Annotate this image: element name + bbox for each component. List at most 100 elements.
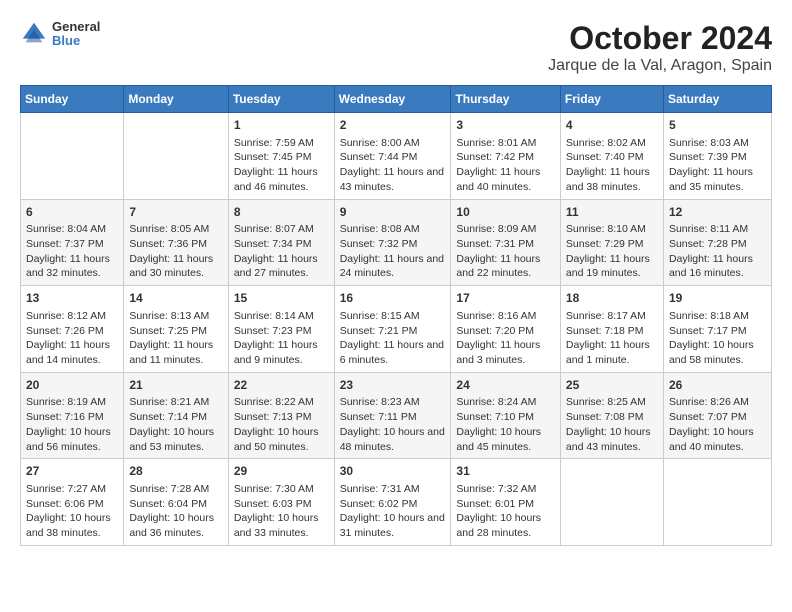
day-info: Sunrise: 8:09 AMSunset: 7:31 PMDaylight:… xyxy=(456,222,555,281)
calendar-cell: 23Sunrise: 8:23 AMSunset: 7:11 PMDayligh… xyxy=(334,372,451,459)
day-number: 2 xyxy=(340,117,446,134)
day-info: Sunrise: 7:30 AMSunset: 6:03 PMDaylight:… xyxy=(234,482,329,541)
calendar-cell: 25Sunrise: 8:25 AMSunset: 7:08 PMDayligh… xyxy=(560,372,663,459)
calendar-cell: 9Sunrise: 8:08 AMSunset: 7:32 PMDaylight… xyxy=(334,199,451,286)
day-info: Sunrise: 8:01 AMSunset: 7:42 PMDaylight:… xyxy=(456,136,555,195)
day-number: 25 xyxy=(566,377,658,394)
day-info: Sunrise: 8:21 AMSunset: 7:14 PMDaylight:… xyxy=(129,395,222,454)
calendar-cell: 7Sunrise: 8:05 AMSunset: 7:36 PMDaylight… xyxy=(124,199,228,286)
logo-blue: Blue xyxy=(52,34,100,48)
day-number: 7 xyxy=(129,204,222,221)
calendar-cell: 18Sunrise: 8:17 AMSunset: 7:18 PMDayligh… xyxy=(560,286,663,373)
day-number: 20 xyxy=(26,377,118,394)
calendar-cell: 30Sunrise: 7:31 AMSunset: 6:02 PMDayligh… xyxy=(334,459,451,546)
day-number: 11 xyxy=(566,204,658,221)
calendar-cell: 5 Sunrise: 8:03 AMSunset: 7:39 PMDaylight… xyxy=(663,113,771,200)
weekday-header-wednesday: Wednesday xyxy=(334,86,451,113)
page-subtitle: Jarque de la Val, Aragon, Spain xyxy=(548,57,772,75)
day-info: Sunrise: 8:02 AMSunset: 7:40 PMDaylight:… xyxy=(566,136,658,195)
calendar-body: 1 Sunrise: 7:59 AMSunset: 7:45 PMDaylight… xyxy=(21,113,772,546)
calendar-cell xyxy=(560,459,663,546)
calendar-cell: 21Sunrise: 8:21 AMSunset: 7:14 PMDayligh… xyxy=(124,372,228,459)
calendar-cell: 19Sunrise: 8:18 AMSunset: 7:17 PMDayligh… xyxy=(663,286,771,373)
day-number: 14 xyxy=(129,290,222,307)
day-number: 21 xyxy=(129,377,222,394)
day-number: 31 xyxy=(456,463,555,480)
calendar-cell: 31 Sunrise: 7:32 AMSunset: 6:01 PMDayligh… xyxy=(451,459,561,546)
day-number: 13 xyxy=(26,290,118,307)
calendar-header: SundayMondayTuesdayWednesdayThursdayFrid… xyxy=(21,86,772,113)
calendar-table: SundayMondayTuesdayWednesdayThursdayFrid… xyxy=(20,85,772,546)
calendar-cell: 17Sunrise: 8:16 AMSunset: 7:20 PMDayligh… xyxy=(451,286,561,373)
day-info: Sunrise: 8:00 AMSunset: 7:44 PMDaylight:… xyxy=(340,136,446,195)
calendar-week-3: 13Sunrise: 8:12 AMSunset: 7:26 PMDayligh… xyxy=(21,286,772,373)
calendar-week-2: 6Sunrise: 8:04 AMSunset: 7:37 PMDaylight… xyxy=(21,199,772,286)
day-number: 16 xyxy=(340,290,446,307)
calendar-cell: 12Sunrise: 8:11 AMSunset: 7:28 PMDayligh… xyxy=(663,199,771,286)
day-number: 23 xyxy=(340,377,446,394)
day-info: Sunrise: 7:59 AMSunset: 7:45 PMDaylight:… xyxy=(234,136,329,195)
weekday-row: SundayMondayTuesdayWednesdayThursdayFrid… xyxy=(21,86,772,113)
calendar-cell: 6Sunrise: 8:04 AMSunset: 7:37 PMDaylight… xyxy=(21,199,124,286)
calendar-cell: 28 Sunrise: 7:28 AMSunset: 6:04 PMDayligh… xyxy=(124,459,228,546)
day-number: 5 xyxy=(669,117,766,134)
day-info: Sunrise: 8:16 AMSunset: 7:20 PMDaylight:… xyxy=(456,309,555,368)
day-number: 28 xyxy=(129,463,222,480)
day-number: 29 xyxy=(234,463,329,480)
calendar-cell: 11Sunrise: 8:10 AMSunset: 7:29 PMDayligh… xyxy=(560,199,663,286)
day-info: Sunrise: 8:24 AMSunset: 7:10 PMDaylight:… xyxy=(456,395,555,454)
day-info: Sunrise: 7:27 AMSunset: 6:06 PMDaylight:… xyxy=(26,482,118,541)
day-info: Sunrise: 8:11 AMSunset: 7:28 PMDaylight:… xyxy=(669,222,766,281)
day-number: 9 xyxy=(340,204,446,221)
calendar-cell: 4 Sunrise: 8:02 AMSunset: 7:40 PMDaylight… xyxy=(560,113,663,200)
calendar-week-4: 20Sunrise: 8:19 AMSunset: 7:16 PMDayligh… xyxy=(21,372,772,459)
day-info: Sunrise: 7:28 AMSunset: 6:04 PMDaylight:… xyxy=(129,482,222,541)
day-number: 6 xyxy=(26,204,118,221)
calendar-cell: 3 Sunrise: 8:01 AMSunset: 7:42 PMDaylight… xyxy=(451,113,561,200)
calendar-cell: 15 Sunrise: 8:14 AMSunset: 7:23 PMDayligh… xyxy=(228,286,334,373)
day-number: 26 xyxy=(669,377,766,394)
title-block: October 2024 Jarque de la Val, Aragon, S… xyxy=(548,20,772,75)
weekday-header-tuesday: Tuesday xyxy=(228,86,334,113)
logo-text: General Blue xyxy=(52,20,100,49)
weekday-header-thursday: Thursday xyxy=(451,86,561,113)
day-info: Sunrise: 7:31 AMSunset: 6:02 PMDaylight:… xyxy=(340,482,446,541)
weekday-header-sunday: Sunday xyxy=(21,86,124,113)
day-info: Sunrise: 8:04 AMSunset: 7:37 PMDaylight:… xyxy=(26,222,118,281)
day-info: Sunrise: 7:32 AMSunset: 6:01 PMDaylight:… xyxy=(456,482,555,541)
weekday-header-saturday: Saturday xyxy=(663,86,771,113)
calendar-cell: 26Sunrise: 8:26 AMSunset: 7:07 PMDayligh… xyxy=(663,372,771,459)
page-title: October 2024 xyxy=(548,20,772,57)
calendar-cell: 2 Sunrise: 8:00 AMSunset: 7:44 PMDaylight… xyxy=(334,113,451,200)
day-info: Sunrise: 8:07 AMSunset: 7:34 PMDaylight:… xyxy=(234,222,329,281)
day-info: Sunrise: 8:15 AMSunset: 7:21 PMDaylight:… xyxy=(340,309,446,368)
weekday-header-friday: Friday xyxy=(560,86,663,113)
calendar-cell: 10Sunrise: 8:09 AMSunset: 7:31 PMDayligh… xyxy=(451,199,561,286)
day-info: Sunrise: 8:25 AMSunset: 7:08 PMDaylight:… xyxy=(566,395,658,454)
weekday-header-monday: Monday xyxy=(124,86,228,113)
day-number: 8 xyxy=(234,204,329,221)
calendar-week-5: 27Sunrise: 7:27 AMSunset: 6:06 PMDayligh… xyxy=(21,459,772,546)
day-number: 1 xyxy=(234,117,329,134)
logo-general: General xyxy=(52,20,100,34)
calendar-cell: 24Sunrise: 8:24 AMSunset: 7:10 PMDayligh… xyxy=(451,372,561,459)
day-info: Sunrise: 8:03 AMSunset: 7:39 PMDaylight:… xyxy=(669,136,766,195)
day-info: Sunrise: 8:08 AMSunset: 7:32 PMDaylight:… xyxy=(340,222,446,281)
day-number: 10 xyxy=(456,204,555,221)
day-info: Sunrise: 8:05 AMSunset: 7:36 PMDaylight:… xyxy=(129,222,222,281)
day-info: Sunrise: 8:14 AMSunset: 7:23 PMDaylight:… xyxy=(234,309,329,368)
day-info: Sunrise: 8:13 AMSunset: 7:25 PMDaylight:… xyxy=(129,309,222,368)
calendar-cell: 14 Sunrise: 8:13 AMSunset: 7:25 PMDayligh… xyxy=(124,286,228,373)
day-number: 4 xyxy=(566,117,658,134)
day-info: Sunrise: 8:23 AMSunset: 7:11 PMDaylight:… xyxy=(340,395,446,454)
day-number: 15 xyxy=(234,290,329,307)
day-number: 3 xyxy=(456,117,555,134)
day-info: Sunrise: 8:17 AMSunset: 7:18 PMDaylight:… xyxy=(566,309,658,368)
day-info: Sunrise: 8:22 AMSunset: 7:13 PMDaylight:… xyxy=(234,395,329,454)
calendar-cell: 8Sunrise: 8:07 AMSunset: 7:34 PMDaylight… xyxy=(228,199,334,286)
calendar-cell xyxy=(663,459,771,546)
logo: General Blue xyxy=(20,20,100,49)
calendar-cell xyxy=(21,113,124,200)
calendar-cell: 29 Sunrise: 7:30 AMSunset: 6:03 PMDayligh… xyxy=(228,459,334,546)
calendar-cell xyxy=(124,113,228,200)
